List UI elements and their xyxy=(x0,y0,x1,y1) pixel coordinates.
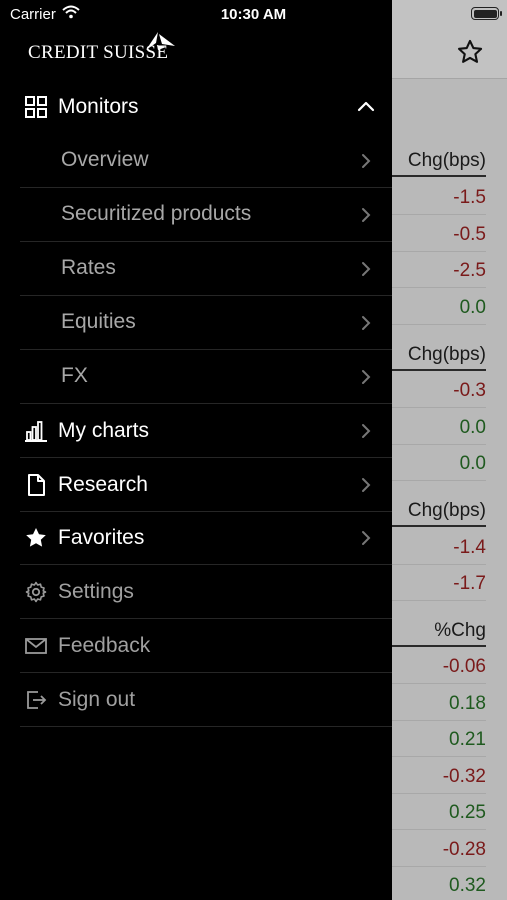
column-header: %Chg xyxy=(392,613,486,647)
chevron-right-icon xyxy=(362,262,371,276)
column-header: Chg(bps) xyxy=(392,493,486,527)
submenu-label: Equities xyxy=(61,310,136,333)
value-cell: 0.25 xyxy=(392,794,486,830)
submenu-item-overview[interactable]: Overview xyxy=(20,134,392,188)
menu-item-favorites[interactable]: Favorites xyxy=(20,511,392,565)
column-header: Chg(bps) xyxy=(392,143,486,177)
chevron-up-icon[interactable] xyxy=(357,98,375,114)
value-cell: 0.18 xyxy=(392,685,486,721)
submenu-item-equities[interactable]: Equities xyxy=(20,296,392,350)
menu-label: Sign out xyxy=(58,688,136,711)
value-cell: 0.0 xyxy=(392,289,486,325)
chevron-right-icon xyxy=(362,424,371,438)
value-cell: -1.4 xyxy=(392,529,486,565)
submenu-item-securitized-products[interactable]: Securitized products xyxy=(20,188,392,242)
value-cell: -1.5 xyxy=(392,179,486,215)
value-cell: -0.06 xyxy=(392,648,486,684)
chevron-right-icon xyxy=(362,316,371,330)
submenu-label: Securitized products xyxy=(61,202,252,225)
submenu-item-fx[interactable]: FX xyxy=(20,350,392,404)
menu-label: My charts xyxy=(58,419,150,442)
menu-item-settings[interactable]: Settings xyxy=(20,565,392,619)
value-cell: 0.32 xyxy=(392,867,486,900)
menu-item-monitors[interactable]: Monitors xyxy=(20,80,392,134)
chevron-right-icon xyxy=(362,478,371,492)
value-cell: 0.0 xyxy=(392,409,486,445)
bar-chart-icon xyxy=(25,421,47,442)
battery-icon xyxy=(471,7,502,20)
value-cell: -0.3 xyxy=(392,372,486,408)
menu-label: Monitors xyxy=(58,95,139,118)
menu-item-my-charts[interactable]: My charts xyxy=(20,404,392,458)
menu-item-sign-out[interactable]: Sign out xyxy=(20,673,392,727)
value-cell: -2.5 xyxy=(392,252,486,288)
envelope-icon xyxy=(25,638,47,654)
value-cell: 0.0 xyxy=(392,445,486,481)
menu-label: Settings xyxy=(58,580,134,603)
chevron-right-icon xyxy=(362,370,371,384)
star-icon[interactable] xyxy=(456,38,484,66)
submenu-label: Overview xyxy=(61,148,149,171)
grid-icon xyxy=(25,96,47,118)
value-cell: -0.32 xyxy=(392,758,486,794)
status-time: 10:30 AM xyxy=(220,6,287,23)
menu-label: Favorites xyxy=(58,526,145,549)
navigation-drawer: CREDIT SUISSE Monitors Overview Securiti… xyxy=(0,0,392,900)
menu-label: Feedback xyxy=(58,634,151,657)
background-content: Chg(bps) -1.5 -0.5 -2.5 0.0 Chg(bps) -0.… xyxy=(392,0,507,900)
submenu-label: FX xyxy=(61,364,88,387)
submenu-item-rates[interactable]: Rates xyxy=(20,242,392,296)
status-bar: Carrier 10:30 AM xyxy=(0,0,507,28)
value-cell: -0.5 xyxy=(392,216,486,252)
submenu-label: Rates xyxy=(61,256,116,279)
menu-item-feedback[interactable]: Feedback xyxy=(20,619,392,673)
document-icon xyxy=(28,474,45,496)
value-cell: 0.21 xyxy=(392,721,486,757)
menu-label: Research xyxy=(58,473,148,496)
column-header: Chg(bps) xyxy=(392,337,486,371)
sails-icon xyxy=(146,32,175,50)
value-cell: -1.7 xyxy=(392,565,486,601)
sign-out-icon xyxy=(27,691,47,709)
chevron-right-icon xyxy=(362,154,371,168)
value-cell: -0.28 xyxy=(392,831,486,867)
menu-item-research[interactable]: Research xyxy=(20,458,392,512)
chevron-right-icon xyxy=(362,531,371,545)
star-filled-icon xyxy=(26,528,46,547)
chevron-right-icon xyxy=(362,208,371,222)
gear-icon xyxy=(25,581,47,603)
